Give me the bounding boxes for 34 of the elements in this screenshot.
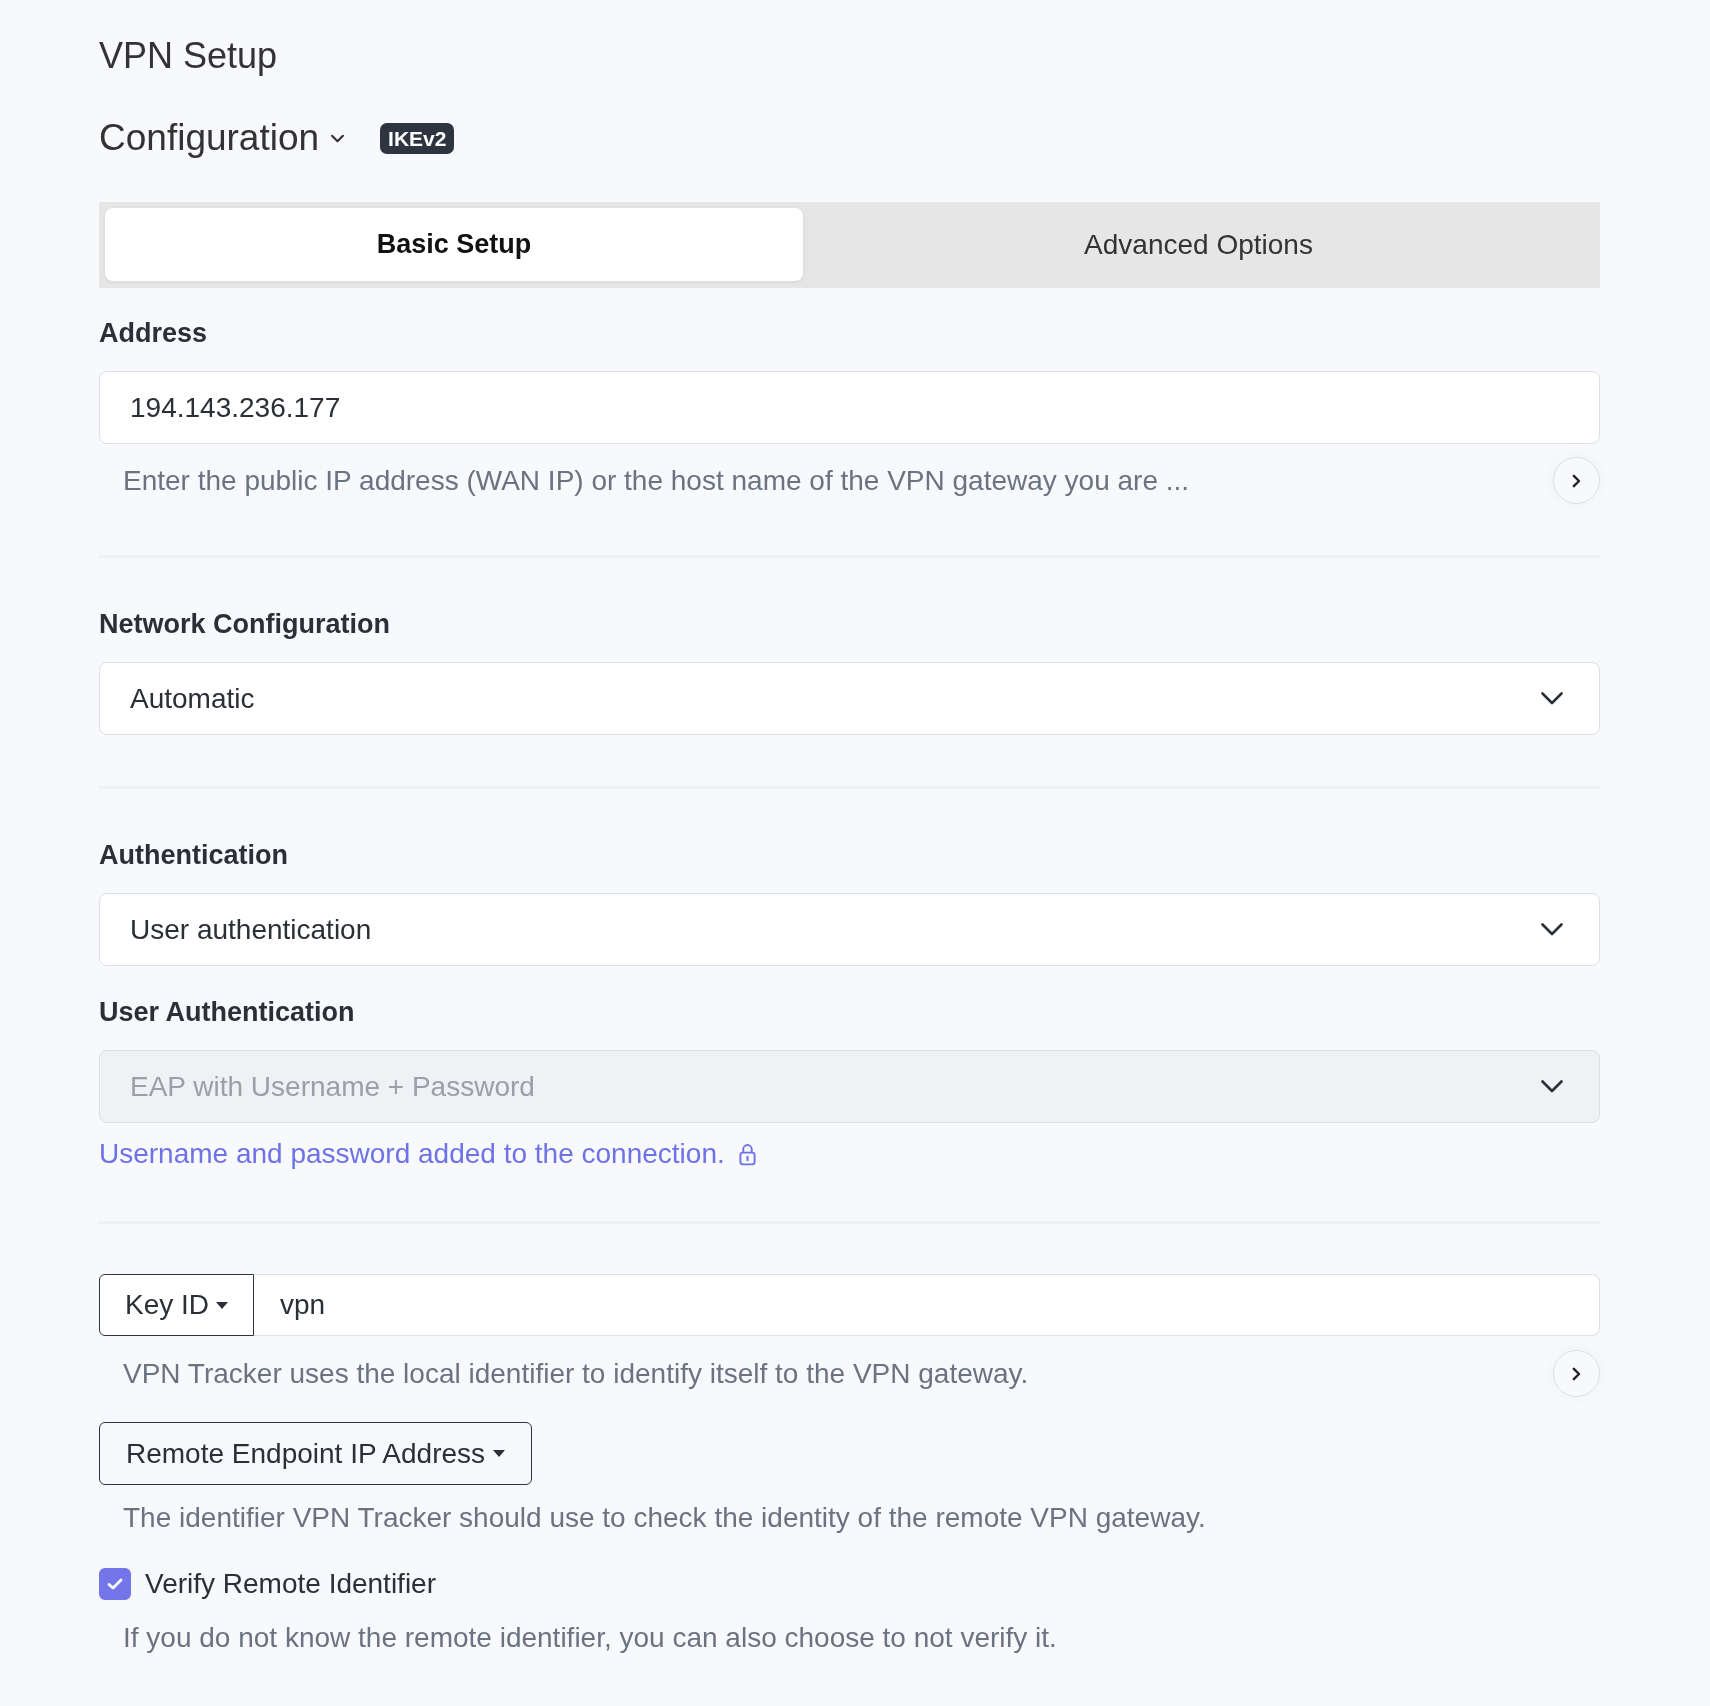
checkbox-label: Verify Remote Identifier [145,1568,437,1600]
select-field[interactable]: User authentication [99,893,1600,966]
select-field[interactable]: Automatic [99,662,1600,735]
caret-icon [216,1301,228,1309]
help-text: If you do not know the remote identifier, you can also choose to not verify it. [122,1622,1057,1654]
help-text: The identifier VPN Tracker should use to check the identity of the remote VPN gateway. [122,1502,1206,1534]
protocol-badge: IKEv2 [380,122,455,154]
field-label: Network Configuration [99,608,391,640]
configuration-menu[interactable]: Configuration [99,116,345,160]
chevron-right-icon [1572,473,1581,488]
more-button[interactable] [1553,457,1600,504]
field-label: Authentication [99,839,289,871]
checkmark-icon [107,1578,123,1590]
checkbox[interactable] [99,1568,131,1600]
identifier-dropdown[interactable]: Remote Endpoint IP Address [99,1422,533,1485]
credentials-link[interactable]: Username and password added to the connection. [99,1138,725,1170]
text-field[interactable]: 194.143.236.177 [99,371,1600,444]
lock-icon [738,1142,756,1166]
tab[interactable]: Advanced Options [803,208,1594,281]
text-field[interactable]: vpn [254,1274,1600,1336]
help-text: VPN Tracker uses the local identifier to identify itself to the VPN gateway. [122,1357,1029,1390]
more-button[interactable] [1553,1350,1600,1397]
caret-icon [493,1450,506,1457]
page-title: VPN Setup [99,36,279,76]
chevron-down-icon [1541,1080,1563,1093]
field-label: Address [99,317,209,349]
tab[interactable]: Basic Setup [105,208,803,281]
chevron-right-icon [1572,1366,1581,1381]
field-label: User Authentication [99,996,356,1028]
chevron-down-icon [1541,692,1563,705]
chevron-down-icon [331,133,345,143]
chevron-down-icon [1541,923,1563,936]
identifier-type-dropdown[interactable]: Key ID [99,1274,254,1336]
help-text: Enter the public IP address (WAN IP) or the host name of the VPN gateway you are ... [122,464,1190,497]
